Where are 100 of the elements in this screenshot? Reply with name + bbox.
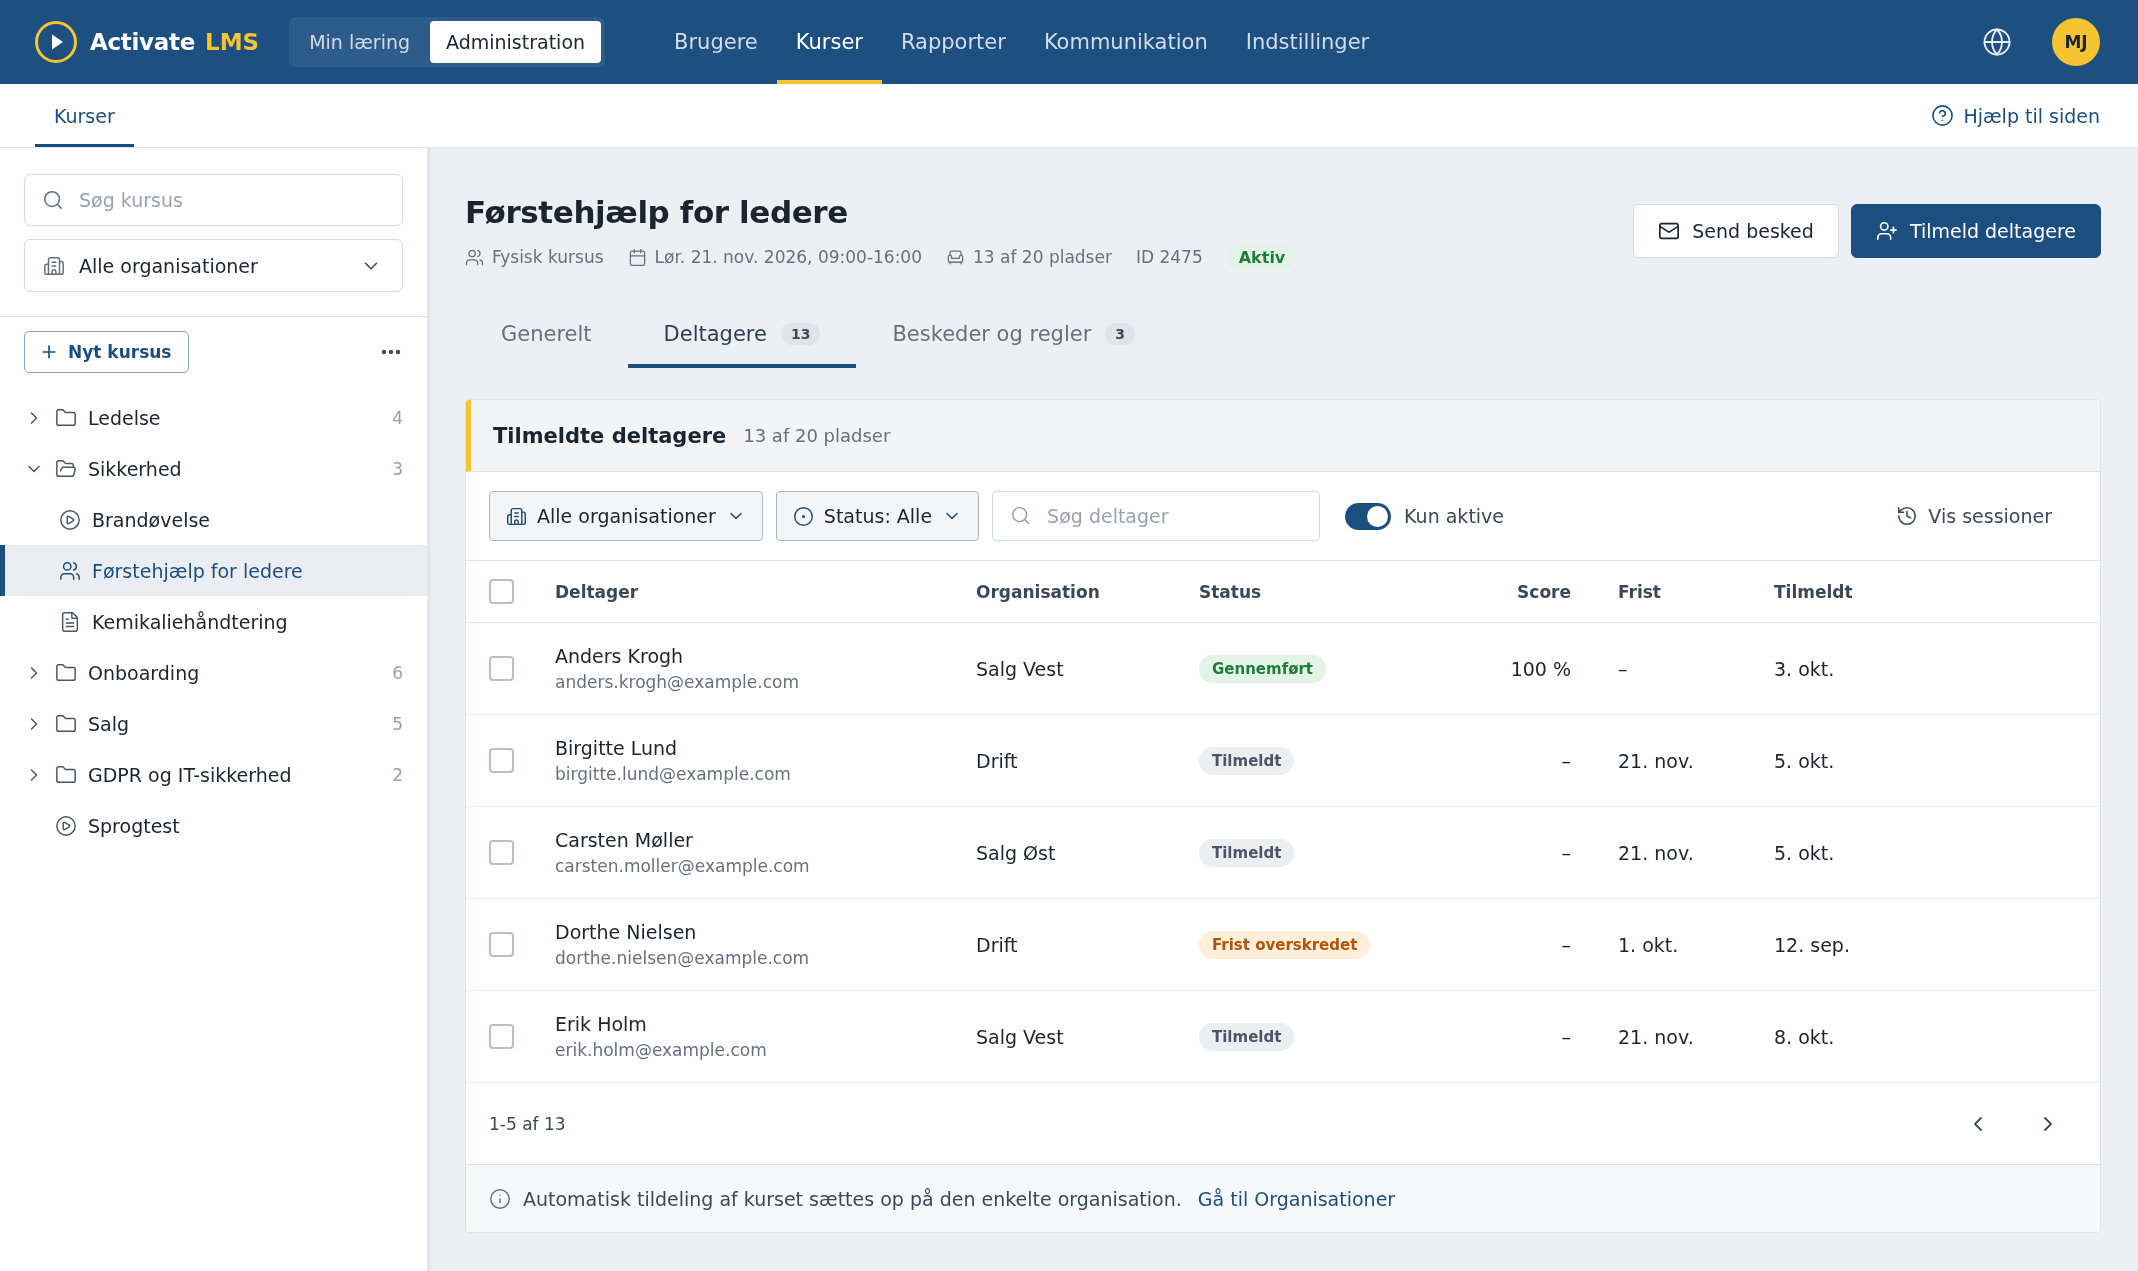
nav-tab[interactable]: Rapporter	[881, 0, 1025, 84]
tree-item[interactable]: Sprogtest	[0, 800, 427, 851]
history-icon	[1896, 505, 1919, 527]
mode-switch-button[interactable]: Min læring	[293, 21, 427, 63]
course-title: Førstehjælp for ledere	[465, 193, 849, 232]
folder-icon	[55, 661, 77, 684]
user-avatar[interactable]: MJ	[2052, 18, 2100, 66]
tree-item[interactable]: Salg 5	[0, 698, 427, 749]
table-cell: Drift	[976, 933, 1018, 956]
people-icon	[465, 247, 484, 267]
table-cell: 5. okt.	[1774, 841, 1835, 864]
tree-item[interactable]: Onboarding 6	[0, 647, 427, 698]
tab-count: 13	[780, 323, 821, 345]
new-course-button[interactable]: Nyt kursus	[24, 331, 189, 373]
table-cell: –	[1561, 933, 1571, 956]
organisations-link[interactable]: Gå til Organisationer	[1197, 1187, 1396, 1210]
table-cell-text: 21. nov.	[1617, 749, 1694, 772]
search-icon	[1010, 505, 1032, 526]
status-tag: Tilmeldt	[1199, 838, 1295, 867]
card-subtitle: 13 af 20 pladser	[743, 425, 891, 446]
tree-item[interactable]: Ledelse 4	[0, 392, 427, 443]
help-icon	[1931, 104, 1955, 127]
help-link[interactable]: Hjælp til siden	[1931, 104, 2100, 127]
table-cell: 100 %	[1510, 657, 1571, 680]
play-circle-icon	[55, 814, 77, 837]
enroll-button[interactable]: Tilmeld deltagere	[1850, 203, 2101, 258]
play-circle-icon	[59, 508, 81, 531]
table-cell: Salg Vest	[976, 657, 1064, 680]
document-icon	[59, 610, 81, 633]
nav-tab[interactable]: Brugere	[655, 0, 777, 84]
toggle-label: Kun aktive	[1404, 505, 1505, 527]
info-text: Automatisk tildeling af kurset sættes op på den enkelte organisation.	[523, 1187, 1182, 1210]
tree-item[interactable]: Sikkerhed 3	[0, 443, 427, 494]
organisation-filter[interactable]: Alle organisationer	[489, 491, 763, 541]
column-header: Tilmeldt	[1774, 581, 1853, 602]
row-checkbox[interactable]	[489, 840, 514, 865]
table-cell: Drift	[976, 749, 1018, 772]
search-icon	[42, 189, 64, 211]
nav-tab[interactable]: Kommunikation	[1024, 0, 1227, 84]
status-tag: Frist overskredet	[1199, 930, 1371, 959]
participant-name: Erik Holm	[555, 1013, 647, 1035]
building-icon	[43, 254, 65, 277]
table-cell: 8. okt.	[1774, 1025, 1835, 1048]
table-cell-text: 21. nov.	[1617, 1025, 1694, 1048]
table-cell: 5. okt.	[1774, 749, 1835, 772]
toggle-switch[interactable]	[1345, 502, 1392, 530]
column-header: Score	[1517, 581, 1571, 602]
calendar-icon	[627, 247, 647, 267]
info-icon	[489, 1187, 511, 1210]
course-tab[interactable]: Deltagere 13	[627, 300, 857, 368]
course-tab[interactable]: Beskeder og regler 3	[856, 300, 1172, 368]
message-button[interactable]: Send besked	[1633, 203, 1839, 258]
tree-item[interactable]: GDPR og IT-sikkerhed 2	[0, 749, 427, 800]
logo-suffix: LMS	[205, 29, 260, 55]
row-checkbox[interactable]	[489, 932, 514, 957]
table-cell: –	[1561, 841, 1571, 864]
participant-email: birgitte.lund@example.com	[555, 764, 791, 784]
participant-name: Anders Krogh	[555, 645, 684, 667]
folder-icon	[55, 763, 77, 786]
table-cell: –	[1561, 749, 1571, 772]
participant-email: dorthe.nielsen@example.com	[555, 948, 810, 968]
organisation-dropdown[interactable]: Alle organisationer	[24, 239, 403, 292]
course-tab[interactable]: Generelt	[465, 300, 628, 368]
item-count: 6	[392, 662, 403, 683]
participant-search-field[interactable]: Søg deltager	[992, 491, 1321, 541]
status-filter[interactable]: Status: Alle	[775, 491, 980, 541]
status-tag: Tilmeldt	[1199, 1022, 1295, 1051]
tree-item[interactable]: Brandøvelse	[0, 494, 427, 545]
card-title: Tilmeldte deltagere	[493, 423, 727, 448]
tab-count: 3	[1105, 323, 1136, 345]
table-cell: –	[1561, 1025, 1571, 1048]
building-icon	[506, 505, 527, 527]
circle-dot-icon	[792, 505, 814, 527]
table-cell-text: 21. nov.	[1617, 841, 1694, 864]
item-count: 3	[392, 458, 403, 479]
nav-tab[interactable]: Indstillinger	[1226, 0, 1389, 84]
globe-icon[interactable]	[1982, 27, 2012, 57]
table-cell: 12. sep.	[1774, 933, 1850, 956]
participant-name: Birgitte Lund	[555, 737, 678, 759]
row-checkbox[interactable]	[489, 656, 514, 681]
tree-item[interactable]: Kemikaliehåndtering	[0, 596, 427, 647]
folder-icon	[55, 406, 77, 429]
row-checkbox[interactable]	[489, 748, 514, 773]
table-cell: Salg Vest	[976, 1025, 1064, 1048]
tree-item[interactable]: Førstehjælp for ledere	[0, 545, 427, 596]
column-header: Deltager	[555, 581, 639, 602]
sessions-button[interactable]: Vis sessioner	[1890, 504, 2058, 528]
participant-email: anders.krogh@example.com	[555, 672, 799, 692]
mode-switch-button[interactable]: Administration	[430, 21, 602, 63]
table-cell-text: –	[1617, 657, 1628, 680]
table-cell-text: 1. okt.	[1617, 933, 1679, 956]
status-tag: Aktiv	[1226, 244, 1298, 270]
table-cell: Salg Øst	[976, 841, 1056, 864]
logo-text: Activate	[90, 29, 196, 55]
select-all-checkbox[interactable]	[489, 579, 514, 604]
search-field[interactable]: Søg kursus	[24, 174, 403, 226]
participant-name: Carsten Møller	[555, 829, 693, 851]
course-meta-text: 13 af 20 pladser	[973, 247, 1112, 267]
row-checkbox[interactable]	[489, 1024, 514, 1049]
participant-email: carsten.moller@example.com	[555, 856, 810, 876]
